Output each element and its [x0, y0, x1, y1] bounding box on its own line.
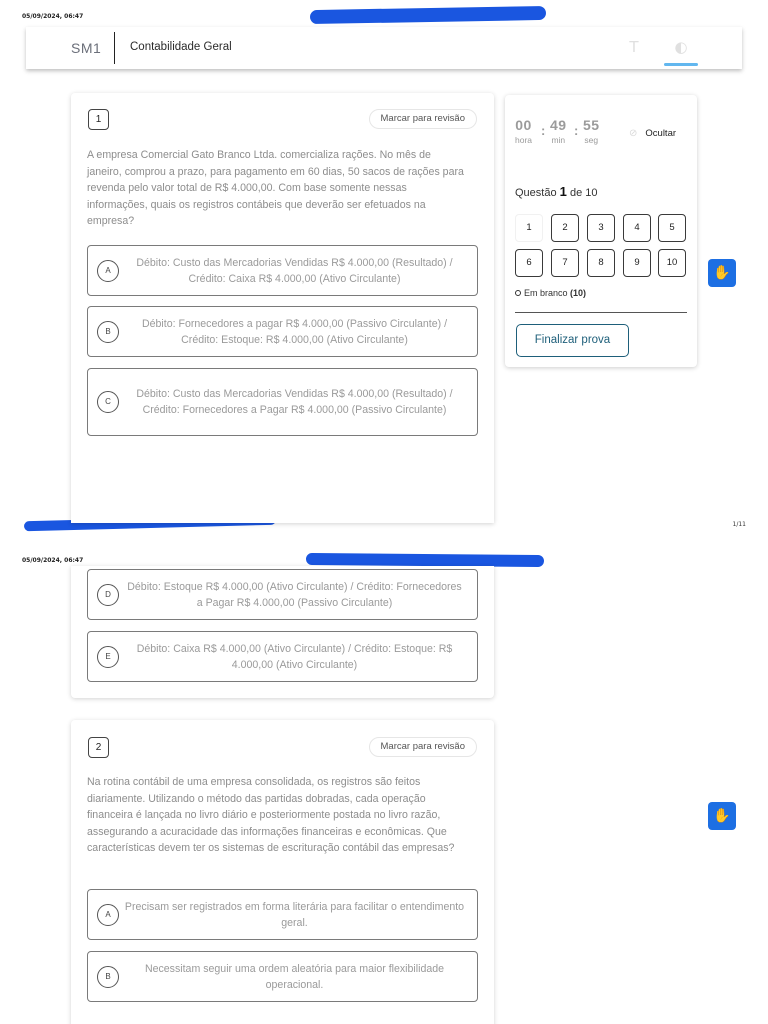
- exam-timer-panel: 00 hora : 49 min : 55 seg ⊘ Ocultar Quest…: [505, 95, 697, 367]
- answer-option-b[interactable]: B Necessitam seguir uma ordem aleatória …: [87, 951, 478, 1002]
- option-letter: B: [97, 965, 119, 988]
- option-text: Precisam ser registrados em forma literá…: [124, 900, 465, 929]
- page-number: 1/11: [732, 521, 746, 528]
- answer-option-a[interactable]: A Débito: Custo das Mercadorias Vendidas…: [87, 245, 478, 296]
- option-text: Necessitam seguir uma ordem aleatória pa…: [144, 962, 445, 991]
- mark-review-button[interactable]: Marcar para revisão: [368, 737, 477, 757]
- option-letter: D: [97, 583, 119, 606]
- question-nav-button[interactable]: 4: [623, 214, 651, 242]
- minutes-value: 49: [550, 117, 567, 133]
- question-statement: A empresa Comercial Gato Branco Ltda. co…: [87, 149, 464, 227]
- redaction-mark: [309, 5, 547, 25]
- answer-option-e[interactable]: E Débito: Caixa R$ 4.000,00 (Ativo Circu…: [87, 631, 478, 682]
- option-text: Débito: Estoque R$ 4.000,00 (Ativo Circu…: [127, 580, 462, 609]
- answer-option-b[interactable]: B Débito: Fornecedores a pagar R$ 4.000,…: [87, 306, 478, 357]
- hide-timer-button[interactable]: ⊘ Ocultar: [629, 128, 676, 139]
- seconds-value: 55: [583, 117, 600, 133]
- finish-exam-button[interactable]: Finalizar prova: [516, 324, 629, 357]
- hours-value: 00: [515, 117, 532, 133]
- timer-separator: :: [541, 123, 546, 138]
- redaction-mark: [305, 552, 545, 568]
- question-nav-button[interactable]: 9: [623, 249, 651, 277]
- question-card-continued: D Débito: Estoque R$ 4.000,00 (Ativo Cir…: [71, 566, 494, 698]
- eye-off-icon: ⊘: [629, 128, 638, 139]
- panel-divider: [515, 312, 687, 313]
- accessibility-hand-icon[interactable]: ✋: [708, 259, 736, 287]
- font-size-icon[interactable]: T: [624, 37, 644, 57]
- answer-option-d[interactable]: D Débito: Estoque R$ 4.000,00 (Ativo Cir…: [87, 569, 478, 620]
- accessibility-hand-icon[interactable]: ✋: [708, 802, 736, 830]
- timer-seconds: 55 seg: [583, 117, 600, 145]
- blank-count: (10): [570, 288, 587, 298]
- question-statement: Na rotina contábil de uma empresa consol…: [87, 776, 455, 854]
- option-letter: A: [97, 259, 119, 282]
- seconds-label: seg: [584, 135, 599, 145]
- course-title: Contabilidade Geral: [130, 41, 232, 53]
- contrast-icon[interactable]: ◐: [671, 37, 691, 57]
- option-letter: E: [97, 645, 119, 668]
- question-nav-button[interactable]: 3: [587, 214, 615, 242]
- option-letter: A: [97, 903, 119, 926]
- timer-separator: :: [574, 123, 579, 138]
- print-datetime-page2: 05/09/2024, 06:47: [22, 557, 84, 564]
- option-text: Débito: Custo das Mercadorias Vendidas R…: [136, 256, 453, 285]
- question-counter-total: de 10: [569, 187, 598, 199]
- header-divider: [114, 32, 115, 64]
- option-text: Débito: Fornecedores a pagar R$ 4.000,00…: [141, 317, 448, 346]
- question-number: 1: [88, 109, 109, 130]
- answer-option-a[interactable]: A Precisam ser registrados em forma lite…: [87, 889, 478, 940]
- question-number: 2: [88, 737, 109, 758]
- question-nav-button[interactable]: 8: [587, 249, 615, 277]
- timer-hours: 00 hora: [515, 117, 532, 145]
- question-counter: Questão 1 de 10: [515, 184, 597, 199]
- app-header: SM1 Contabilidade Geral T ◐: [26, 27, 742, 69]
- question-nav-button[interactable]: 6: [515, 249, 543, 277]
- question-nav-button[interactable]: 2: [551, 214, 579, 242]
- option-text: Débito: Custo das Mercadorias Vendidas R…: [136, 388, 453, 416]
- question-card: 1 Marcar para revisão A empresa Comercia…: [71, 93, 494, 523]
- blank-status-icon: [515, 290, 521, 296]
- option-letter: B: [97, 320, 119, 343]
- question-counter-prefix: Questão: [515, 187, 557, 199]
- current-question-number: 1: [559, 184, 567, 199]
- blank-questions-info: Em branco (10): [515, 288, 586, 298]
- question-card: 2 Marcar para revisão Na rotina contábil…: [71, 720, 494, 1024]
- print-datetime: 05/09/2024, 06:47: [22, 13, 84, 20]
- mark-review-button[interactable]: Marcar para revisão: [368, 109, 477, 129]
- question-nav-button[interactable]: 10: [658, 249, 686, 277]
- option-text: Débito: Caixa R$ 4.000,00 (Ativo Circula…: [136, 642, 453, 671]
- timer-minutes: 49 min: [550, 117, 567, 145]
- contrast-active-indicator: [664, 63, 698, 66]
- question-nav-button[interactable]: 1: [515, 214, 543, 242]
- question-nav-button[interactable]: 5: [658, 214, 686, 242]
- option-letter: C: [97, 391, 119, 413]
- blank-label: Em branco: [524, 288, 568, 298]
- hours-label: hora: [515, 135, 533, 145]
- app-logo: SM1: [71, 40, 102, 56]
- minutes-label: min: [551, 135, 566, 145]
- answer-option-c[interactable]: C Débito: Custo das Mercadorias Vendidas…: [87, 368, 478, 436]
- question-nav-button[interactable]: 7: [551, 249, 579, 277]
- hide-timer-label: Ocultar: [645, 128, 677, 139]
